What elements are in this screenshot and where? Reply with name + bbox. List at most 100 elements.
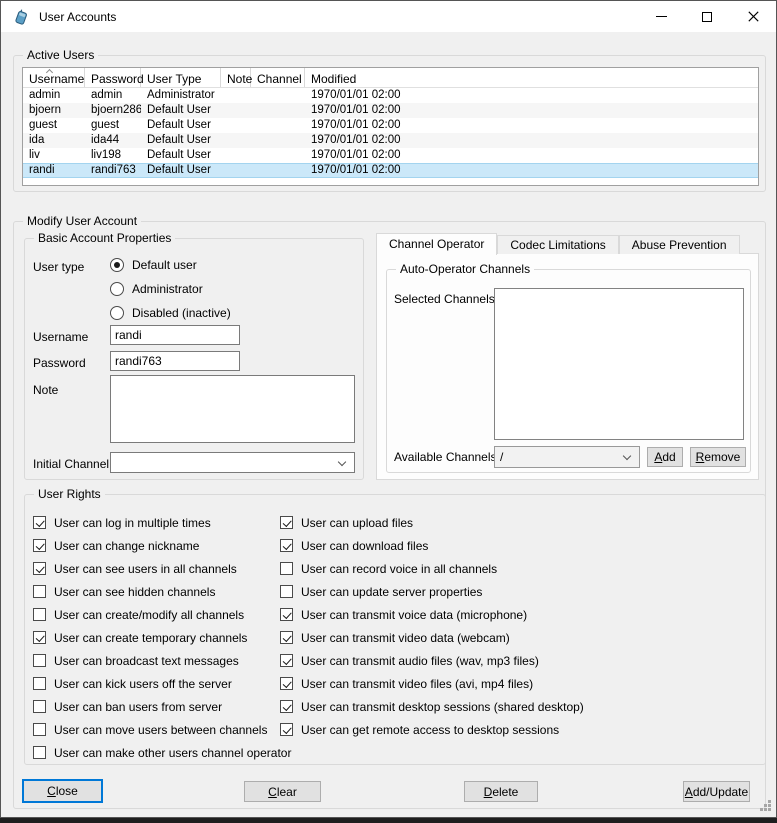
minimize-button[interactable] xyxy=(638,1,684,32)
close-window-button[interactable] xyxy=(730,1,776,32)
column-header-password[interactable]: Password xyxy=(85,68,141,87)
titlebar[interactable]: User Accounts xyxy=(1,1,776,32)
password-field[interactable] xyxy=(110,351,240,371)
modify-user-account-group: Modify User Account Basic Account Proper… xyxy=(13,221,766,809)
column-header-modified[interactable]: Modified xyxy=(305,68,758,87)
user-right-item[interactable]: User can move users between channels xyxy=(33,718,291,741)
user-right-item[interactable]: User can transmit desktop sessions (shar… xyxy=(280,695,584,718)
checkbox-label: User can record voice in all channels xyxy=(301,562,497,576)
cell-modified: 1970/01/01 02:00 xyxy=(305,133,758,148)
user-type-radio[interactable]: Default user xyxy=(110,253,231,277)
checkbox-icon xyxy=(280,516,293,529)
user-right-item[interactable]: User can kick users off the server xyxy=(33,672,291,695)
close-button[interactable]: Close xyxy=(22,779,103,803)
user-right-item[interactable]: User can make other users channel operat… xyxy=(33,741,291,764)
tab[interactable]: Abuse Prevention xyxy=(619,235,740,254)
cell-username: ida xyxy=(23,133,85,148)
column-header-usertype[interactable]: User Type xyxy=(141,68,221,87)
checkbox-icon xyxy=(280,631,293,644)
add-update-button[interactable]: Add/Update xyxy=(683,781,750,802)
checkbox-label: User can change nickname xyxy=(54,539,199,553)
clear-button[interactable]: Clear xyxy=(244,781,321,802)
initial-channel-combobox[interactable] xyxy=(110,452,355,473)
user-right-item[interactable]: User can transmit video data (webcam) xyxy=(280,626,584,649)
user-right-item[interactable]: User can see hidden channels xyxy=(33,580,291,603)
cell-channel xyxy=(251,163,305,178)
user-type-radio-group: Default user Administrator Disabled (ina… xyxy=(110,253,231,325)
checkbox-icon xyxy=(280,539,293,552)
modify-group-label: Modify User Account xyxy=(23,214,141,228)
user-right-item[interactable]: User can see users in all channels xyxy=(33,557,291,580)
checkbox-label: User can create temporary channels xyxy=(54,631,247,645)
active-users-group: Active Users Username Password User Type… xyxy=(13,55,766,192)
cell-note xyxy=(221,163,251,178)
tab-label: Channel Operator xyxy=(389,237,484,251)
note-label: Note xyxy=(33,383,58,397)
user-right-item[interactable]: User can get remote access to desktop se… xyxy=(280,718,584,741)
user-right-item[interactable]: User can broadcast text messages xyxy=(33,649,291,672)
user-right-item[interactable]: User can download files xyxy=(280,534,584,557)
user-right-item[interactable]: User can log in multiple times xyxy=(33,511,291,534)
table-row[interactable]: ida ida44 Default User 1970/01/01 02:00 xyxy=(23,133,758,148)
password-label: Password xyxy=(33,356,86,370)
cell-channel xyxy=(251,133,305,148)
user-right-item[interactable]: User can ban users from server xyxy=(33,695,291,718)
delete-button[interactable]: Delete xyxy=(464,781,538,802)
add-channel-button[interactable]: Add xyxy=(647,447,683,467)
column-header-note[interactable]: Note xyxy=(221,68,251,87)
table-row[interactable]: randi randi763 Default User 1970/01/01 0… xyxy=(23,163,758,178)
cell-username: bjoern xyxy=(23,103,85,118)
cell-note xyxy=(221,148,251,163)
table-row[interactable]: guest guest Default User 1970/01/01 02:0… xyxy=(23,118,758,133)
resize-grip[interactable] xyxy=(768,808,771,811)
checkbox-icon xyxy=(33,585,46,598)
user-type-radio[interactable]: Disabled (inactive) xyxy=(110,301,231,325)
table-header[interactable]: Username Password User Type Note Channel… xyxy=(23,68,758,88)
user-accounts-dialog: User Accounts Active Users xyxy=(0,0,777,818)
checkbox-label: User can log in multiple times xyxy=(54,516,211,530)
column-header-username[interactable]: Username xyxy=(23,68,85,87)
cell-username: guest xyxy=(23,118,85,133)
cell-username: randi xyxy=(23,163,85,178)
user-right-item[interactable]: User can create/modify all channels xyxy=(33,603,291,626)
table-row[interactable]: bjoern bjoern286 Default User 1970/01/01… xyxy=(23,103,758,118)
checkbox-label: User can transmit desktop sessions (shar… xyxy=(301,700,584,714)
user-right-item[interactable]: User can transmit voice data (microphone… xyxy=(280,603,584,626)
user-right-item[interactable]: User can transmit video files (avi, mp4 … xyxy=(280,672,584,695)
remove-channel-button[interactable]: Remove xyxy=(690,447,746,467)
cell-channel xyxy=(251,103,305,118)
available-channels-combobox[interactable]: / xyxy=(494,446,640,468)
cell-usertype: Default User xyxy=(141,118,221,133)
cell-note xyxy=(221,103,251,118)
user-right-item[interactable]: User can change nickname xyxy=(33,534,291,557)
checkbox-label: User can transmit video data (webcam) xyxy=(301,631,510,645)
note-field[interactable] xyxy=(110,375,355,443)
table-row[interactable]: admin admin Administrator 1970/01/01 02:… xyxy=(23,88,758,103)
radio-icon xyxy=(110,282,124,296)
screen: User Accounts Active Users xyxy=(0,0,777,823)
column-header-channel[interactable]: Channel xyxy=(251,68,305,87)
cell-password: ida44 xyxy=(85,133,141,148)
cell-modified: 1970/01/01 02:00 xyxy=(305,118,758,133)
cell-usertype: Administrator xyxy=(141,88,221,103)
window-title: User Accounts xyxy=(39,10,116,24)
tab[interactable]: Codec Limitations xyxy=(497,235,618,254)
user-right-item[interactable]: User can create temporary channels xyxy=(33,626,291,649)
user-right-item[interactable]: User can transmit audio files (wav, mp3 … xyxy=(280,649,584,672)
tab[interactable]: Channel Operator xyxy=(376,233,497,255)
username-label: Username xyxy=(33,330,88,344)
selected-channels-listbox[interactable] xyxy=(494,288,744,440)
table-row[interactable]: liv liv198 Default User 1970/01/01 02:00 xyxy=(23,148,758,163)
cell-note xyxy=(221,118,251,133)
username-field[interactable] xyxy=(110,325,240,345)
user-right-item[interactable]: User can update server properties xyxy=(280,580,584,603)
radio-label: Administrator xyxy=(132,282,203,296)
minimize-icon xyxy=(656,16,667,17)
maximize-button[interactable] xyxy=(684,1,730,32)
cell-modified: 1970/01/01 02:00 xyxy=(305,88,758,103)
user-type-radio[interactable]: Administrator xyxy=(110,277,231,301)
user-right-item[interactable]: User can record voice in all channels xyxy=(280,557,584,580)
user-right-item[interactable]: User can upload files xyxy=(280,511,584,534)
checkbox-label: User can see hidden channels xyxy=(54,585,215,599)
active-users-table[interactable]: Username Password User Type Note Channel… xyxy=(22,67,759,186)
